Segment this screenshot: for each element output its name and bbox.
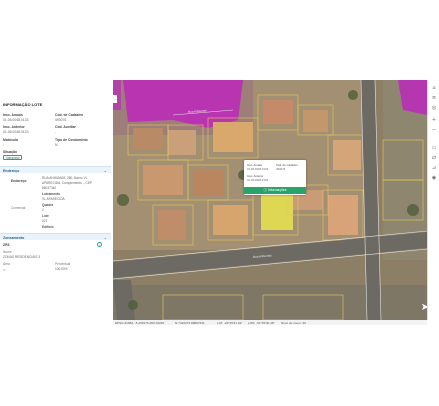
- tipo-condominio-label: Tipo de Condominio: [55, 138, 88, 142]
- endereco-section-header[interactable]: Endereço ⌄: [0, 166, 111, 173]
- cod-cadastro-label: Cód. de Cadastro: [55, 113, 84, 117]
- lote-label: Lote: [42, 214, 49, 218]
- zoom-out-icon[interactable]: −: [430, 126, 438, 134]
- loteamento-value: VL APARECIDA: [42, 197, 65, 201]
- endereco-header-label: Endereço: [3, 168, 20, 173]
- nome-label: Nome: [3, 250, 12, 254]
- situacao-label: Situação: [3, 150, 18, 154]
- target-icon[interactable]: ◎: [430, 104, 438, 112]
- collapse-panel-button[interactable]: ‹: [113, 95, 117, 103]
- matricula-label: Matrícula: [3, 138, 18, 142]
- edificio-label: Edifício: [42, 225, 54, 229]
- compass-icon[interactable]: ➤: [419, 302, 427, 316]
- lot-popup: Insc. Anuais 01.06.0048.0133 Cód. de Cad…: [244, 160, 306, 195]
- popup-cod-value: 490076: [276, 167, 286, 171]
- nome-value: ZONAS RESIDENCIAIS 3: [3, 255, 41, 259]
- insc-anuais-label: Insc. Anuais: [3, 113, 23, 117]
- popup-insc-value: 01.06.0048.0133: [247, 167, 268, 171]
- zoneamento-code: ZR3: [3, 243, 10, 247]
- info-panel: INFORMAÇÃO LOTE Insc. Anuais 01.06.0048.…: [0, 0, 112, 406]
- measure-icon[interactable]: ⊿: [430, 164, 438, 172]
- aerial-map: Rua Anhumas Rua Anhumas: [113, 80, 427, 320]
- percent-value: 100.00%: [55, 267, 68, 271]
- informacoes-button[interactable]: ⓘ Informações: [244, 187, 306, 194]
- cod-cadastro-value: 490076: [55, 118, 67, 122]
- zoneamento-header-label: Zoneamento: [3, 235, 25, 240]
- cod-auxiliar-label: Cód. Auxiliar: [55, 125, 76, 129]
- status-zoom: Nível de zoom: 20: [281, 320, 306, 325]
- situacao-badge: Integrado: [3, 155, 23, 160]
- loteamento-label: Loteamento: [42, 192, 61, 196]
- endereco-line3: 86037340: [42, 186, 57, 190]
- area-label: Área: [3, 262, 10, 266]
- area-icon: ⌂: [3, 267, 6, 272]
- chevron-down-icon: ⌄: [103, 235, 107, 240]
- percent-label: Percentual: [55, 262, 71, 266]
- tipo-condominio-value: N: [55, 143, 58, 147]
- map-toolbar: ⌂ ≡ ◎ + − ▭ ⇄ ⊿ ◉: [427, 80, 439, 320]
- quadra-label: Quadra: [42, 203, 54, 207]
- status-epsg: EPSG:31982: -5.490176.000 02240: [115, 320, 165, 325]
- status-bar: EPSG:31982: -5.490176.000 02240 N:742027…: [113, 320, 427, 325]
- camera-icon[interactable]: ◉: [430, 174, 438, 182]
- endereco-line1: RUA ANHUMAS, 280, Bairro VL: [42, 176, 88, 180]
- matricula-value: -: [3, 143, 5, 147]
- quadra-value: 2: [42, 208, 44, 212]
- informacoes-label: Informações: [267, 188, 287, 192]
- comercial-label: Comercial: [11, 206, 26, 210]
- share-icon[interactable]: ⇄: [430, 154, 438, 162]
- status-coords: N:7420273.88807641: [175, 320, 205, 325]
- status-lon: LON: -51°35'40.48": [248, 320, 275, 325]
- cod-auxiliar-value: -: [55, 130, 57, 134]
- map-view[interactable]: Rua Anhumas Rua Anhumas ‹ ➤: [113, 80, 427, 320]
- info-icon[interactable]: i: [97, 242, 102, 247]
- layers-icon[interactable]: ≡: [430, 94, 438, 102]
- zoneamento-section-header[interactable]: Zoneamento ⌄: [0, 233, 111, 240]
- panel-title: INFORMAÇÃO LOTE: [3, 102, 43, 107]
- insc-anterior-value: 01.06.0048.0133: [3, 130, 29, 134]
- endereco-line2: APARECIDA, Complemento -, CEP: [42, 181, 93, 185]
- popup-insc-ant-value: 01.06.0048.0133: [247, 178, 268, 182]
- endereco-label: Endereço: [11, 179, 27, 183]
- chevron-down-icon: ⌄: [103, 168, 107, 173]
- lote-value: 021: [42, 219, 48, 223]
- status-lat: LAT: -23°25'31.92": [217, 320, 243, 325]
- insc-anterior-label: Insc. Anterior: [3, 125, 25, 129]
- zoom-in-icon[interactable]: +: [430, 116, 438, 124]
- info-circle-icon: ⓘ: [263, 188, 267, 192]
- home-icon[interactable]: ⌂: [430, 84, 438, 92]
- insc-anuais-value: 01.06.0048.0133: [3, 118, 29, 122]
- print-icon[interactable]: ▭: [430, 144, 438, 152]
